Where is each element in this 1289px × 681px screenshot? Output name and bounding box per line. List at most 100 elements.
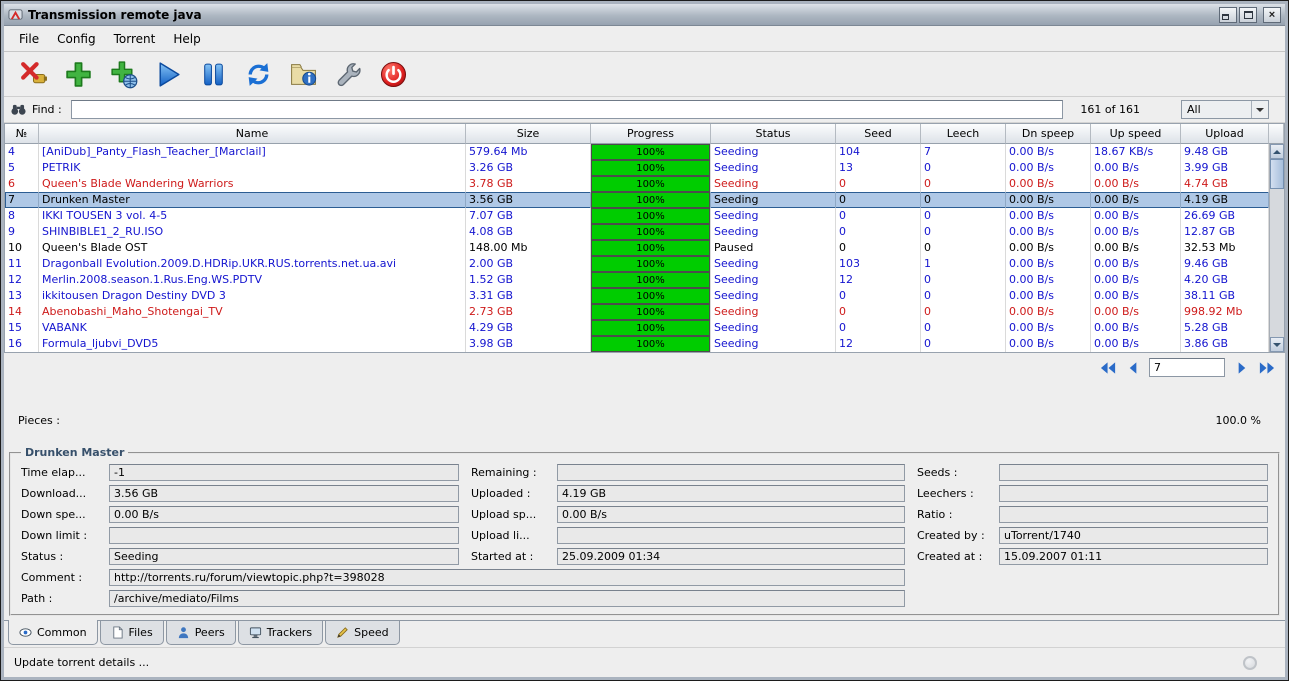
vertical-scrollbar[interactable] bbox=[1269, 144, 1284, 352]
quit-button[interactable] bbox=[374, 55, 412, 93]
table-row[interactable]: 16 Formula_ljubvi_DVD5 3.98 GB 100% Seeding 1… bbox=[5, 336, 1269, 352]
column-header[interactable]: Seed bbox=[836, 124, 921, 144]
cell-status: Seeding bbox=[711, 144, 836, 160]
column-header[interactable]: Leech bbox=[921, 124, 1006, 144]
cell-dn: 0.00 B/s bbox=[1006, 320, 1091, 336]
table-row[interactable]: 6 Queen's Blade Wandering Warriors 3.78 GB… bbox=[5, 176, 1269, 192]
column-header[interactable]: № bbox=[5, 124, 39, 144]
cell-progress: 100% bbox=[591, 256, 711, 272]
column-header[interactable]: Upload bbox=[1181, 124, 1269, 144]
torrent-info-button[interactable] bbox=[284, 55, 322, 93]
page-last-button[interactable] bbox=[1255, 358, 1277, 378]
pieces-row: Pieces : 100.0 % bbox=[4, 408, 1285, 432]
created-at-field[interactable] bbox=[999, 548, 1268, 565]
refresh-button[interactable] bbox=[239, 55, 277, 93]
table-row[interactable]: 7 Drunken Master 3.56 GB 100% Seeding 0 0 0.00 … bbox=[5, 192, 1269, 208]
settings-icon bbox=[334, 60, 363, 89]
remaining-field[interactable] bbox=[557, 464, 905, 481]
table-row[interactable]: 14 Abenobashi_Maho_Shotengai_TV 2.73 GB 100… bbox=[5, 304, 1269, 320]
created-by-field[interactable] bbox=[999, 527, 1268, 544]
cell-name: Queen's Blade Wandering Warriors bbox=[39, 176, 466, 192]
menu-config[interactable]: Config bbox=[48, 28, 105, 50]
trackers-icon bbox=[249, 626, 262, 639]
scrollbar-track[interactable] bbox=[1270, 189, 1284, 337]
page-number-input[interactable] bbox=[1149, 358, 1225, 377]
table-row[interactable]: 15 VABANK 4.29 GB 100% Seeding 0 0 0.00 B/s 0.00… bbox=[5, 320, 1269, 336]
cell-no: 11 bbox=[5, 256, 39, 272]
menu-help[interactable]: Help bbox=[164, 28, 209, 50]
maximize-button[interactable] bbox=[1239, 6, 1257, 23]
cell-no: 7 bbox=[5, 192, 39, 208]
add-torrent-url-button[interactable] bbox=[104, 55, 142, 93]
menu-torrent[interactable]: Torrent bbox=[105, 28, 165, 50]
cell-status: Seeding bbox=[711, 336, 836, 352]
table-row[interactable]: 4 [AniDub]_Panty_Flash_Teacher_[Marclail]… bbox=[5, 144, 1269, 160]
page-first-button[interactable] bbox=[1097, 358, 1119, 378]
cell-progress: 100% bbox=[591, 208, 711, 224]
cell-dn: 0.00 B/s bbox=[1006, 256, 1091, 272]
down-speed-field[interactable] bbox=[109, 506, 459, 523]
minimize-button[interactable] bbox=[1219, 6, 1237, 23]
tab-peers[interactable]: Peers bbox=[165, 621, 236, 645]
table-row[interactable]: 13 ikkitousen Dragon Destiny DVD 3 3.31 GB… bbox=[5, 288, 1269, 304]
seeds-field[interactable] bbox=[999, 464, 1268, 481]
progress-bar: 100% bbox=[591, 288, 710, 304]
page-prev-button[interactable] bbox=[1122, 358, 1144, 378]
cell-upload: 998.92 Mb bbox=[1181, 304, 1269, 320]
started-at-label: Started at : bbox=[471, 550, 534, 563]
settings-button[interactable] bbox=[329, 55, 367, 93]
tab-speed[interactable]: Speed bbox=[325, 621, 400, 645]
progress-bar: 100% bbox=[591, 176, 710, 192]
cell-status: Seeding bbox=[711, 256, 836, 272]
tab-label: Speed bbox=[354, 626, 389, 639]
cell-no: 8 bbox=[5, 208, 39, 224]
find-input[interactable] bbox=[70, 100, 1064, 119]
disconnect-button[interactable] bbox=[14, 55, 52, 93]
pause-torrent-button[interactable] bbox=[194, 55, 232, 93]
status-bar: Update torrent details ... bbox=[4, 647, 1285, 677]
page-next-button[interactable] bbox=[1230, 358, 1252, 378]
cell-size: 579.64 Mb bbox=[466, 144, 591, 160]
column-header[interactable]: Dn speep bbox=[1006, 124, 1091, 144]
table-row[interactable]: 10 Queen's Blade OST 148.00 Mb 100% Paused 0 0… bbox=[5, 240, 1269, 256]
downloaded-field[interactable] bbox=[109, 485, 459, 502]
scrollbar-thumb[interactable] bbox=[1270, 159, 1284, 189]
table-row[interactable]: 5 PETRIK 3.26 GB 100% Seeding 13 0 0.00 B/s 0.00… bbox=[5, 160, 1269, 176]
upload-limit-field[interactable] bbox=[557, 527, 905, 544]
add-torrent-button[interactable] bbox=[59, 55, 97, 93]
column-header[interactable]: Name bbox=[39, 124, 466, 144]
time-elapsed-field[interactable] bbox=[109, 464, 459, 481]
column-header[interactable]: Size bbox=[466, 124, 591, 144]
cell-leech: 0 bbox=[921, 288, 1006, 304]
upload-speed-field[interactable] bbox=[557, 506, 905, 523]
menu-file[interactable]: File bbox=[10, 28, 48, 50]
minimize-icon bbox=[1222, 14, 1229, 20]
path-field[interactable] bbox=[109, 590, 905, 607]
leechers-field[interactable] bbox=[999, 485, 1268, 502]
ratio-field[interactable] bbox=[999, 506, 1268, 523]
table-row[interactable]: 8 IKKI TOUSEN 3 vol. 4-5 7.07 GB 100% Seedin… bbox=[5, 208, 1269, 224]
title-bar[interactable]: Transmission remote java × bbox=[4, 4, 1285, 26]
filter-select[interactable]: All bbox=[1181, 100, 1269, 119]
window-title: Transmission remote java bbox=[28, 7, 202, 22]
status-field[interactable] bbox=[109, 548, 459, 565]
table-row[interactable]: 11 Dragonball Evolution.2009.D.HDRip.UKR.… bbox=[5, 256, 1269, 272]
tab-files[interactable]: Files bbox=[99, 621, 164, 645]
scroll-up-button[interactable] bbox=[1270, 144, 1284, 159]
column-header[interactable]: Status bbox=[711, 124, 836, 144]
start-torrent-button[interactable] bbox=[149, 55, 187, 93]
table-row[interactable]: 9 SHINBIBLE1_2_RU.ISO 4.08 GB 100% Seeding 0 0… bbox=[5, 224, 1269, 240]
down-limit-field[interactable] bbox=[109, 527, 459, 544]
table-row[interactable]: 12 Merlin.2008.season.1.Rus.Eng.WS.PDTV 1.… bbox=[5, 272, 1269, 288]
column-header[interactable]: Up speed bbox=[1091, 124, 1181, 144]
uploaded-field[interactable] bbox=[557, 485, 905, 502]
cell-upload: 4.20 GB bbox=[1181, 272, 1269, 288]
torrent-details-group: Drunken Master Time elap... Remaining : Se… bbox=[9, 446, 1280, 616]
comment-field[interactable] bbox=[109, 569, 905, 586]
close-button[interactable]: × bbox=[1263, 6, 1281, 23]
tab-common[interactable]: Common bbox=[8, 620, 98, 645]
tab-trackers[interactable]: Trackers bbox=[237, 621, 324, 645]
scroll-down-button[interactable] bbox=[1270, 337, 1284, 352]
started-at-field[interactable] bbox=[557, 548, 905, 565]
column-header[interactable]: Progress bbox=[591, 124, 711, 144]
